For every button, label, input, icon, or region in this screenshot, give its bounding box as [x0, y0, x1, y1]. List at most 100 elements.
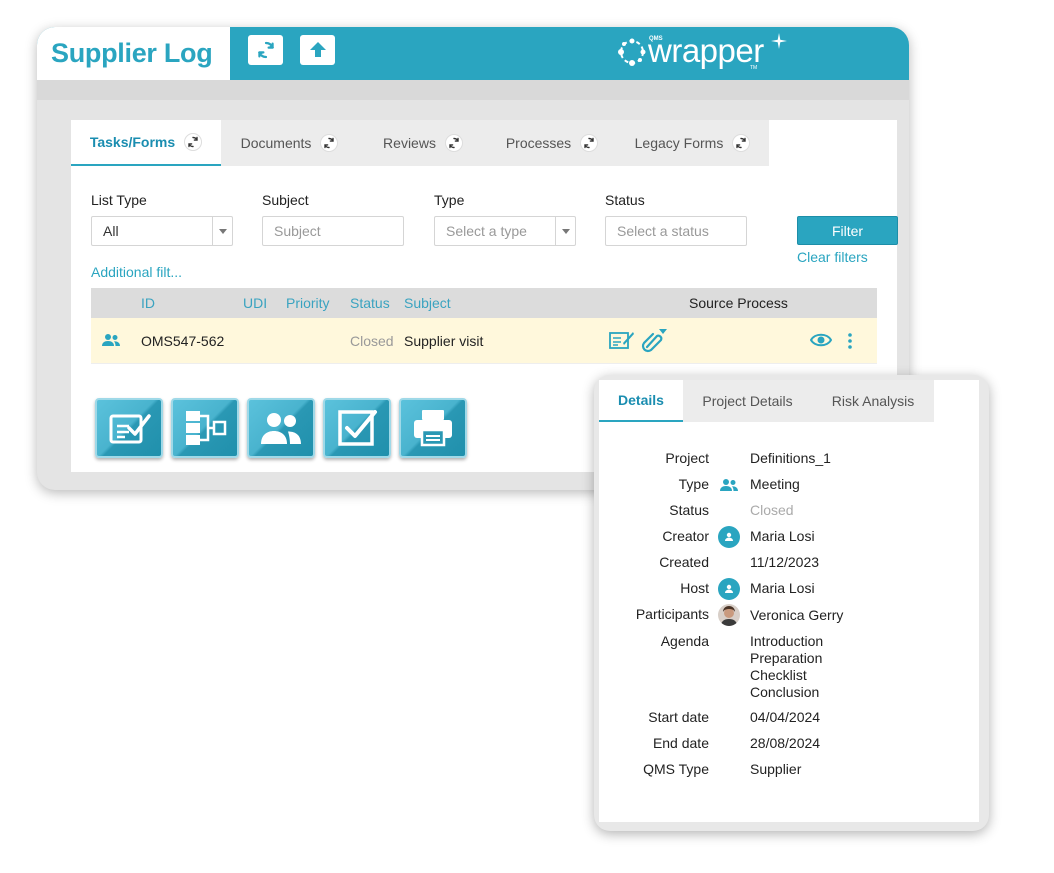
agenda-item: Checklist — [750, 667, 807, 683]
user-icon — [725, 584, 733, 593]
status-select[interactable]: Select a status — [605, 216, 747, 246]
start-date-label: Start date — [648, 709, 709, 725]
host-value: Maria Losi — [750, 580, 815, 596]
participants-value: Veronica Gerry — [750, 607, 844, 623]
project-value: Definitions_1 — [750, 450, 831, 466]
host-label: Host — [680, 580, 709, 596]
logo-trademark: TM — [750, 65, 758, 71]
refresh-icon[interactable] — [184, 133, 203, 151]
refresh-icon[interactable] — [732, 134, 751, 152]
users-icon — [102, 334, 120, 346]
app-header: Supplier Log QMS wrapper TM — [37, 27, 909, 80]
clear-filters-link[interactable]: Clear filters — [797, 249, 868, 265]
new-review-button[interactable] — [323, 398, 391, 458]
refresh-button[interactable] — [248, 35, 283, 65]
table-row[interactable]: OMS547-562 Closed Supplier visit — [91, 318, 877, 364]
users-icon — [261, 413, 301, 444]
col-udi[interactable]: UDI — [243, 295, 267, 311]
row-subject: Supplier visit — [404, 333, 484, 349]
list-type-value: All — [103, 223, 119, 239]
header-divider — [37, 80, 909, 100]
status-label: Status — [669, 502, 709, 518]
col-priority[interactable]: Priority — [286, 295, 330, 311]
type-select[interactable]: Select a type — [434, 216, 576, 246]
creator-label: Creator — [662, 528, 709, 544]
agenda-label: Agenda — [660, 633, 709, 649]
print-button[interactable] — [399, 398, 467, 458]
tab-processes[interactable]: Processes — [488, 120, 616, 166]
subject-input[interactable]: Subject — [262, 216, 404, 246]
end-date-label: End date — [652, 735, 709, 751]
logo-ring-icon — [618, 38, 646, 66]
type-placeholder: Select a type — [446, 223, 527, 239]
project-label: Project — [665, 450, 709, 466]
type-label: Type — [434, 192, 465, 208]
page-title: Supplier Log — [51, 38, 213, 68]
chevron-down-icon[interactable] — [212, 217, 232, 245]
tab-legacy-forms[interactable]: Legacy Forms — [616, 120, 769, 166]
subject-placeholder: Subject — [274, 223, 321, 239]
refresh-icon[interactable] — [580, 134, 599, 152]
status-value: Closed — [750, 502, 794, 518]
participants-label: Participants — [635, 606, 709, 622]
list-type-select[interactable]: All — [91, 216, 233, 246]
agenda-item: Introduction — [750, 633, 824, 649]
tab-tasks-forms[interactable]: Tasks/Forms — [71, 120, 221, 166]
avatar — [718, 578, 740, 600]
flowchart-icon — [186, 411, 227, 445]
sparkle-icon — [771, 33, 787, 49]
table-header: ID UDI Priority Status Subject Source Pr… — [91, 288, 877, 318]
more-vertical-icon[interactable] — [847, 332, 853, 350]
upload-arrow-icon — [309, 42, 326, 57]
form-edit-icon[interactable] — [609, 329, 635, 351]
tab-label: Legacy Forms — [634, 135, 724, 151]
qms-wrapper-logo: QMS wrapper TM — [615, 31, 795, 75]
tab-documents[interactable]: Documents — [221, 120, 358, 166]
tab-label: Tasks/Forms — [89, 134, 176, 150]
tab-reviews[interactable]: Reviews — [358, 120, 488, 166]
checkbox-icon — [338, 410, 377, 446]
col-id[interactable]: ID — [141, 295, 155, 311]
refresh-icon — [257, 41, 274, 59]
user-icon — [725, 532, 733, 541]
new-form-button[interactable] — [95, 398, 163, 458]
chevron-down-icon[interactable] — [555, 217, 575, 245]
eye-icon[interactable] — [810, 332, 832, 348]
tab-details[interactable]: Details — [599, 380, 683, 422]
agenda-item: Preparation — [750, 650, 823, 666]
upload-button[interactable] — [300, 35, 335, 65]
new-process-button[interactable] — [171, 398, 239, 458]
avatar — [718, 526, 740, 548]
paperclip-icon[interactable] — [641, 327, 667, 353]
qms-type-label: QMS Type — [643, 761, 709, 777]
form-check-icon — [109, 414, 151, 444]
printer-icon — [414, 410, 452, 447]
tab-project-details[interactable]: Project Details — [683, 380, 812, 422]
tab-risk-analysis[interactable]: Risk Analysis — [812, 380, 934, 422]
creator-value: Maria Losi — [750, 528, 815, 544]
tab-bar: Tasks/Forms Documents Reviews Processes … — [71, 120, 769, 166]
refresh-icon[interactable] — [444, 134, 463, 152]
details-panel: Details Project Details Risk Analysis Pr… — [599, 380, 979, 822]
tab-label: Reviews — [383, 135, 436, 151]
type-label: Type — [678, 476, 709, 492]
filter-button[interactable]: Filter — [797, 216, 898, 245]
col-source-process[interactable]: Source Process — [689, 295, 788, 311]
additional-filters-link[interactable]: Additional filt... — [91, 264, 182, 280]
start-date-value: 04/04/2024 — [750, 709, 821, 725]
tab-label: Documents — [240, 135, 312, 151]
col-status[interactable]: Status — [350, 295, 390, 311]
person-photo-icon — [718, 604, 740, 626]
status-label: Status — [605, 192, 645, 208]
created-value: 11/12/2023 — [750, 554, 820, 570]
row-id: OMS547-562 — [141, 333, 225, 349]
col-subject[interactable]: Subject — [404, 295, 451, 311]
status-placeholder: Select a status — [617, 223, 709, 239]
type-value: Meeting — [750, 476, 800, 492]
refresh-icon[interactable] — [320, 134, 339, 152]
new-meeting-button[interactable] — [247, 398, 315, 458]
details-tab-bar: Details Project Details Risk Analysis — [599, 380, 934, 422]
details-popup: Details Project Details Risk Analysis Pr… — [594, 375, 989, 831]
list-type-label: List Type — [91, 192, 147, 208]
created-label: Created — [659, 554, 709, 570]
